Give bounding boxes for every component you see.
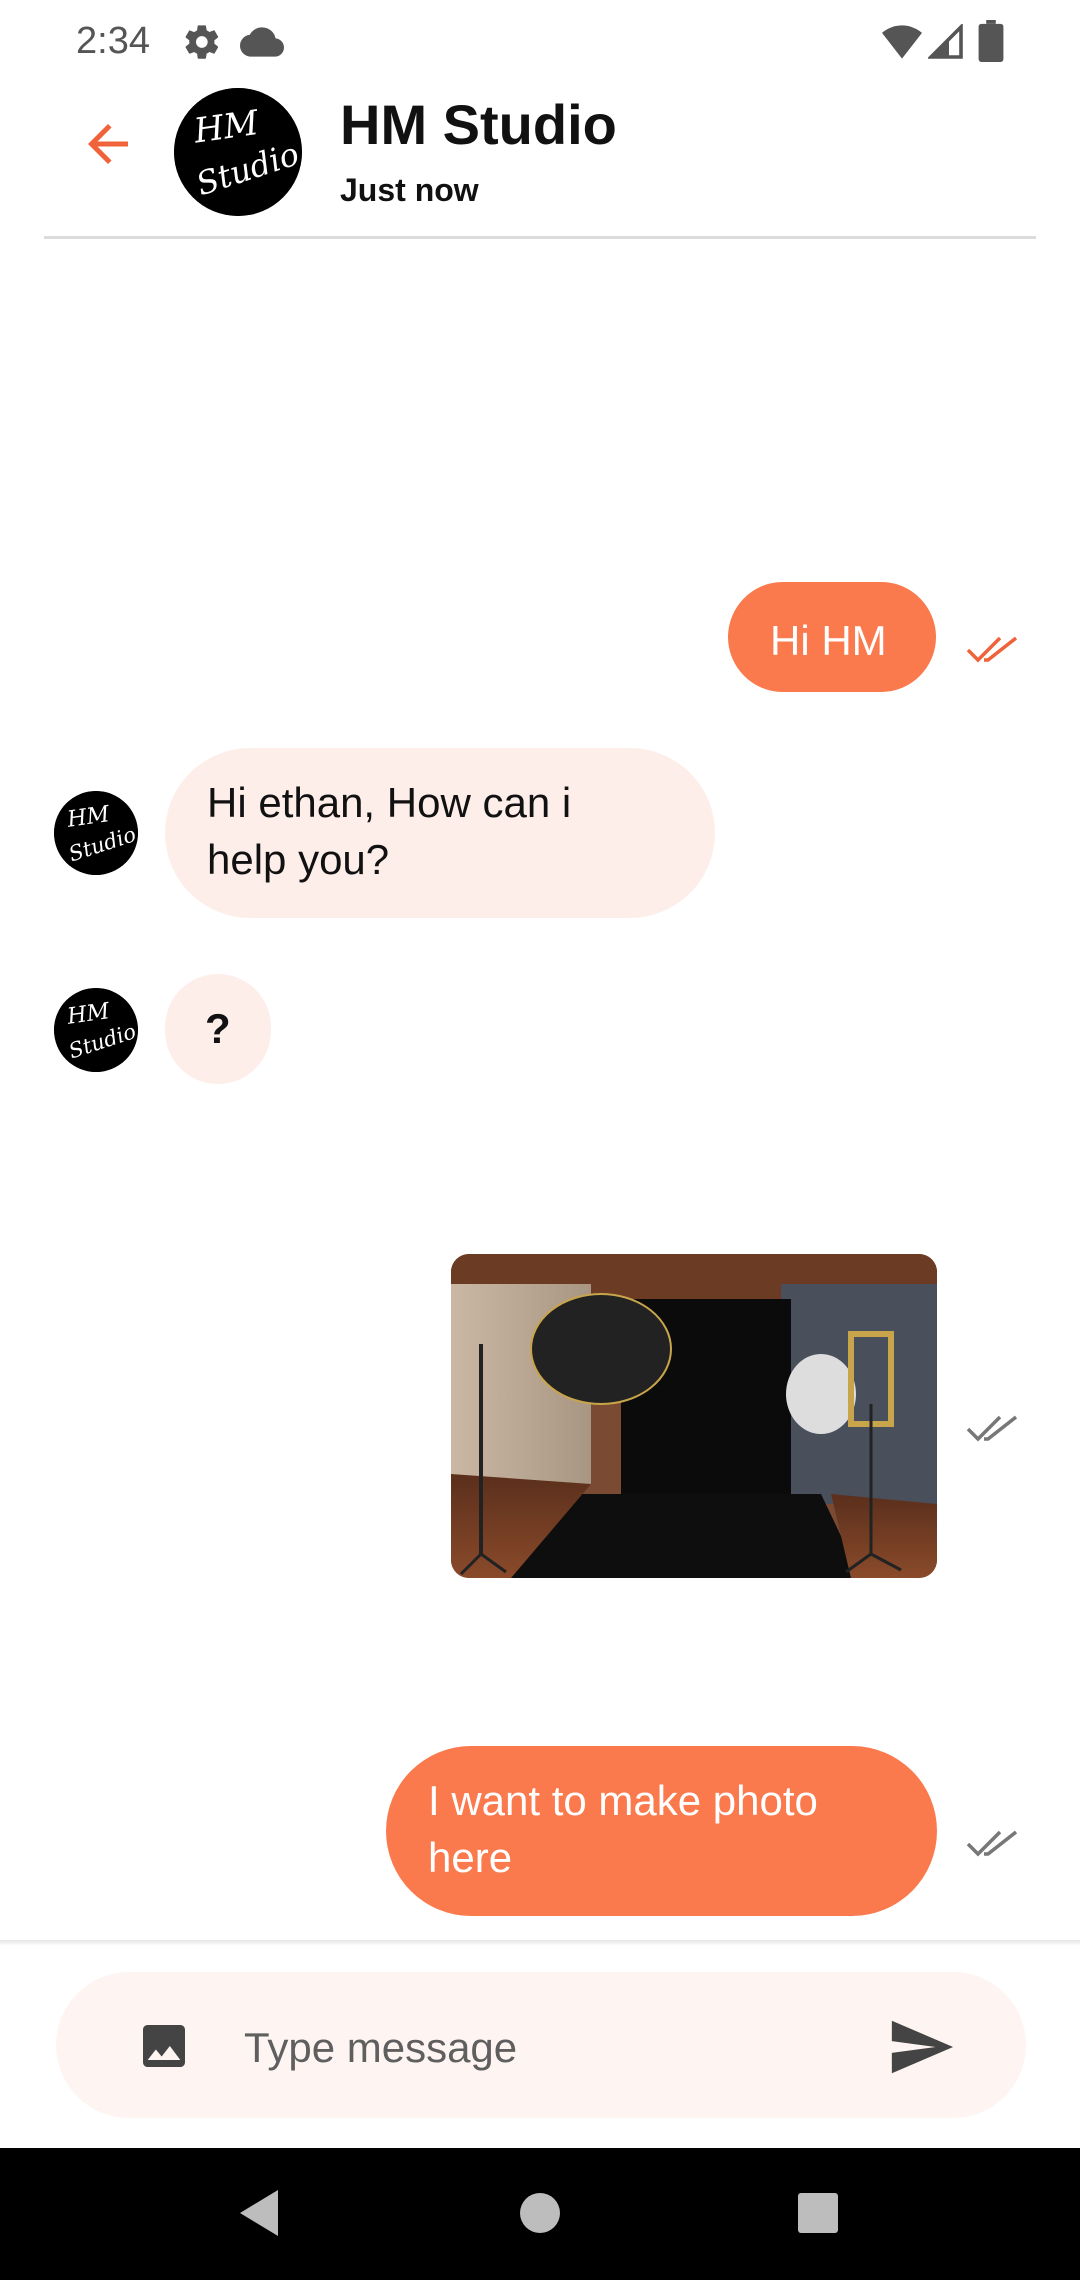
hm-studio-logo: HM Studio: [54, 988, 138, 1072]
system-nav-bar: [0, 2148, 1080, 2280]
status-bar: 2:34: [0, 0, 1080, 84]
photo-studio-image: [451, 1254, 937, 1578]
arrow-back-icon[interactable]: [78, 114, 138, 174]
signal-icon: [928, 24, 963, 59]
chat-header: HM Studio HM Studio Just now: [0, 84, 1080, 236]
header-divider: [44, 236, 1036, 239]
message-bubble-incoming[interactable]: Hi ethan, How can i help you?: [165, 748, 715, 918]
message-text: I want to make photo here: [428, 1777, 818, 1881]
send-icon[interactable]: [886, 2012, 956, 2082]
back-triangle-icon[interactable]: [234, 2186, 284, 2240]
delivered-receipt-icon: [966, 1830, 1018, 1857]
recents-square-icon[interactable]: [796, 2186, 840, 2240]
avatar[interactable]: HM Studio: [54, 791, 138, 875]
delivered-receipt-icon: [966, 1415, 1018, 1442]
last-seen-status: Just now: [340, 172, 479, 208]
wifi-icon: [882, 25, 922, 59]
read-receipt-icon: [966, 636, 1018, 663]
message-bubble-outgoing[interactable]: I want to make photo here: [386, 1746, 937, 1916]
message-text: ?: [205, 1005, 231, 1052]
message-input[interactable]: [242, 2012, 886, 2084]
hm-studio-logo: HM Studio: [54, 791, 138, 875]
message-composer: [56, 1972, 1026, 2118]
image-icon[interactable]: [136, 2018, 192, 2074]
composer-divider: [0, 1940, 1080, 1946]
battery-icon: [978, 20, 1004, 62]
status-time: 2:34: [76, 20, 150, 62]
cloud-icon: [240, 27, 284, 57]
hm-studio-logo: HM Studio: [174, 88, 302, 216]
page-title: HM Studio: [340, 93, 617, 156]
message-text: Hi ethan, How can i help you?: [207, 779, 572, 883]
message-bubble-outgoing[interactable]: Hi HM: [728, 582, 936, 692]
message-bubble-incoming[interactable]: ?: [165, 974, 271, 1084]
image-message[interactable]: [451, 1254, 937, 1578]
message-text: Hi HM: [770, 617, 887, 664]
avatar[interactable]: HM Studio: [174, 88, 302, 216]
home-circle-icon[interactable]: [518, 2186, 562, 2240]
settings-icon: [185, 25, 219, 59]
avatar[interactable]: HM Studio: [54, 988, 138, 1072]
